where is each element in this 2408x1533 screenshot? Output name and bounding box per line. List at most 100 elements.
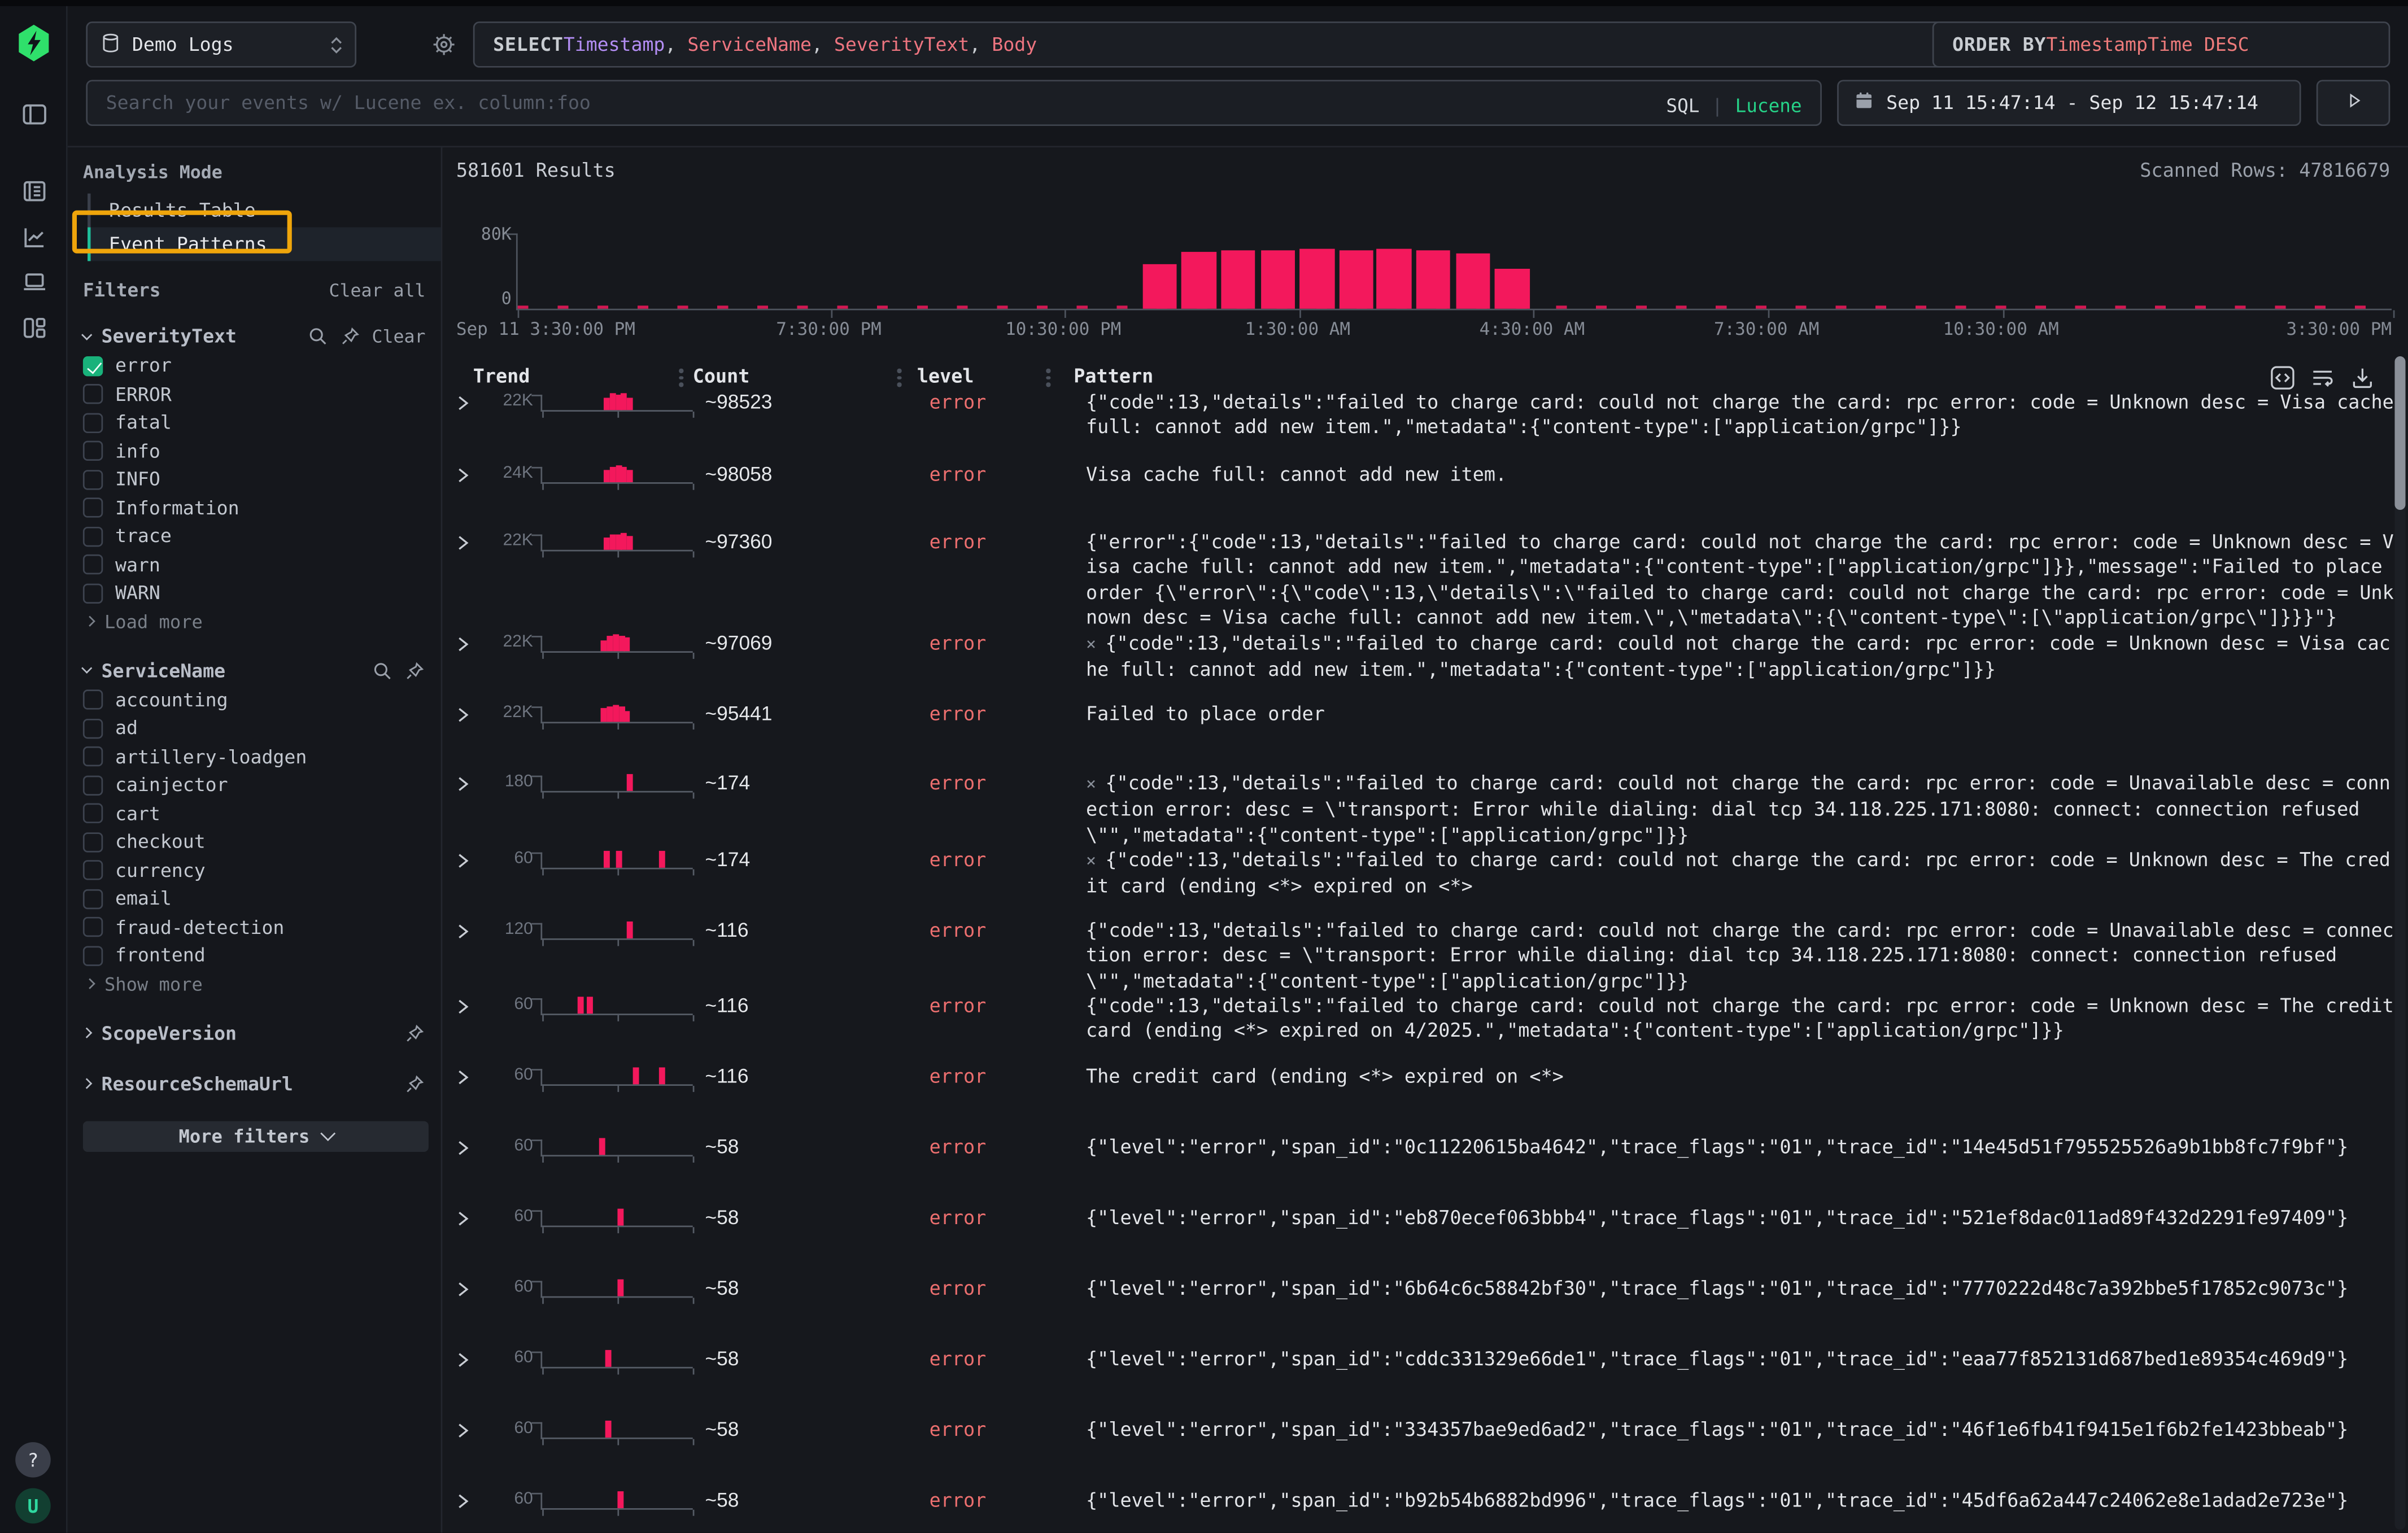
- checkbox[interactable]: [83, 385, 103, 404]
- filter-group-header-resourceschemaurl[interactable]: ResourceSchemaUrl: [68, 1068, 441, 1099]
- download-icon[interactable]: [2350, 365, 2375, 390]
- mode-lucene-toggle[interactable]: Lucene: [1735, 94, 1802, 116]
- filter-option-ad[interactable]: ad: [68, 714, 441, 743]
- checkbox[interactable]: [83, 889, 103, 909]
- checkbox-checked[interactable]: [83, 356, 103, 375]
- expand-row-icon[interactable]: [456, 705, 475, 728]
- expand-row-icon[interactable]: [456, 1421, 475, 1444]
- filter-option-error[interactable]: error: [68, 352, 441, 380]
- filter-group-header-scopeversion[interactable]: ScopeVersion: [68, 1017, 441, 1048]
- checkbox[interactable]: [83, 861, 103, 880]
- user-avatar[interactable]: U: [15, 1488, 51, 1524]
- pin-icon[interactable]: [404, 660, 425, 681]
- checkbox[interactable]: [83, 470, 103, 490]
- pattern-row[interactable]: 120~116error{"code":13,"details":"failed…: [444, 920, 2394, 995]
- mode-sql-toggle[interactable]: SQL: [1666, 94, 1699, 116]
- pattern-row[interactable]: 60~58error{"level":"error","span_id":"6b…: [444, 1278, 2394, 1348]
- wrap-lines-icon[interactable]: [2310, 365, 2335, 390]
- filter-option-error[interactable]: ERROR: [68, 380, 441, 408]
- expand-row-icon[interactable]: [456, 1350, 475, 1373]
- pattern-row[interactable]: 22K~97069error×{"code":13,"details":"fai…: [444, 633, 2394, 704]
- expand-row-icon[interactable]: [456, 465, 475, 488]
- scrollbar-thumb[interactable]: [2394, 356, 2405, 510]
- filter-option-fatal[interactable]: fatal: [68, 409, 441, 437]
- expand-row-icon[interactable]: [456, 1067, 475, 1090]
- pattern-row[interactable]: 60~116errorThe credit card (ending <*> e…: [444, 1066, 2394, 1137]
- pin-icon[interactable]: [404, 1073, 425, 1094]
- checkbox[interactable]: [83, 441, 103, 461]
- filter-option-trace[interactable]: trace: [68, 522, 441, 551]
- expand-row-icon[interactable]: [456, 393, 475, 416]
- pattern-row[interactable]: 60~58error{"level":"error","span_id":"eb…: [444, 1207, 2394, 1278]
- pin-icon[interactable]: [404, 1022, 425, 1043]
- hyperdx-logo-icon[interactable]: [14, 23, 54, 63]
- chart-nav-icon[interactable]: [21, 224, 47, 250]
- expand-row-icon[interactable]: [456, 634, 475, 657]
- analysis-mode-results-table[interactable]: Results Table: [88, 194, 441, 228]
- filter-group-header-severitytext[interactable]: SeverityTextClear: [68, 321, 441, 351]
- checkbox[interactable]: [83, 718, 103, 738]
- checkbox[interactable]: [83, 946, 103, 966]
- checkbox[interactable]: [83, 918, 103, 937]
- dashboards-nav-icon[interactable]: [21, 315, 47, 341]
- expand-row-icon[interactable]: [456, 921, 475, 945]
- checkbox[interactable]: [83, 526, 103, 546]
- pattern-row[interactable]: 60~58error{"level":"error","span_id":"b9…: [444, 1490, 2394, 1532]
- expand-row-icon[interactable]: [456, 1279, 475, 1303]
- logs-nav-icon[interactable]: [21, 178, 47, 204]
- filter-option-fraud-detection[interactable]: fraud-detection: [68, 913, 441, 941]
- help-button[interactable]: ?: [15, 1442, 51, 1478]
- pattern-row[interactable]: 180~174error×{"code":13,"details":"faile…: [444, 772, 2394, 849]
- expand-row-icon[interactable]: [456, 1491, 475, 1514]
- filter-option-accounting[interactable]: accounting: [68, 685, 441, 714]
- filter-option-information[interactable]: Information: [68, 493, 441, 522]
- sessions-nav-icon[interactable]: [21, 269, 47, 295]
- clear-all-button[interactable]: Clear all: [329, 279, 426, 301]
- pattern-row[interactable]: 60~58error{"level":"error","span_id":"0c…: [444, 1137, 2394, 1207]
- search-input[interactable]: Search your events w/ Lucene ex. column:…: [86, 80, 1822, 126]
- filter-option-artillery-loadgen[interactable]: artillery-loadgen: [68, 743, 441, 771]
- panel-toggle-icon[interactable]: [21, 102, 47, 128]
- checkbox[interactable]: [83, 832, 103, 852]
- pattern-row[interactable]: 60~58error{"level":"error","span_id":"33…: [444, 1419, 2394, 1490]
- expand-row-icon[interactable]: [456, 1209, 475, 1232]
- filter-option-email[interactable]: email: [68, 885, 441, 913]
- clear-filter-button[interactable]: Clear: [372, 326, 425, 347]
- expand-row-icon[interactable]: [456, 774, 475, 797]
- filter-group-footer[interactable]: Show more: [68, 970, 441, 998]
- checkbox[interactable]: [83, 803, 103, 823]
- order-by-editor[interactable]: ORDER BY TimestampTime DESC: [1932, 21, 2390, 68]
- pattern-row[interactable]: 60~58error{"level":"error","span_id":"cd…: [444, 1348, 2394, 1419]
- filter-option-info[interactable]: INFO: [68, 465, 441, 493]
- checkbox[interactable]: [83, 413, 103, 433]
- filter-group-footer[interactable]: Load more: [68, 608, 441, 635]
- filter-option-info[interactable]: info: [68, 437, 441, 465]
- search-icon[interactable]: [372, 660, 393, 681]
- checkbox[interactable]: [83, 583, 103, 603]
- checkbox[interactable]: [83, 555, 103, 575]
- filter-option-frontend[interactable]: frontend: [68, 941, 441, 969]
- checkbox[interactable]: [83, 775, 103, 795]
- sql-select-editor[interactable]: SELECT Timestamp, ServiceName, SeverityT…: [473, 21, 1984, 68]
- filter-option-currency[interactable]: currency: [68, 856, 441, 884]
- expand-row-icon[interactable]: [456, 1138, 475, 1161]
- pin-icon[interactable]: [339, 326, 361, 347]
- checkbox[interactable]: [83, 747, 103, 767]
- filter-option-checkout[interactable]: checkout: [68, 828, 441, 856]
- pattern-row[interactable]: 24K~98058errorVisa cache full: cannot ad…: [444, 464, 2394, 531]
- search-icon[interactable]: [307, 326, 329, 347]
- filter-option-warn[interactable]: warn: [68, 551, 441, 579]
- analysis-mode-event-patterns[interactable]: Event Patterns: [88, 228, 441, 261]
- pattern-row[interactable]: 22K~98523error{"code":13,"details":"fail…: [444, 392, 2394, 464]
- expand-row-icon[interactable]: [456, 533, 475, 556]
- pattern-row[interactable]: 60~174error×{"code":13,"details":"failed…: [444, 849, 2394, 920]
- pattern-row[interactable]: 22K~97360error{"error":{"code":13,"detai…: [444, 531, 2394, 633]
- expand-row-icon[interactable]: [456, 997, 475, 1020]
- filter-option-cainjector[interactable]: cainjector: [68, 771, 441, 799]
- checkbox[interactable]: [83, 690, 103, 710]
- more-filters-button[interactable]: More filters: [83, 1120, 429, 1151]
- filter-option-warn[interactable]: WARN: [68, 579, 441, 607]
- vertical-scrollbar[interactable]: [2394, 356, 2405, 1530]
- expand-row-icon[interactable]: [456, 851, 475, 874]
- view-source-icon[interactable]: [2270, 365, 2295, 390]
